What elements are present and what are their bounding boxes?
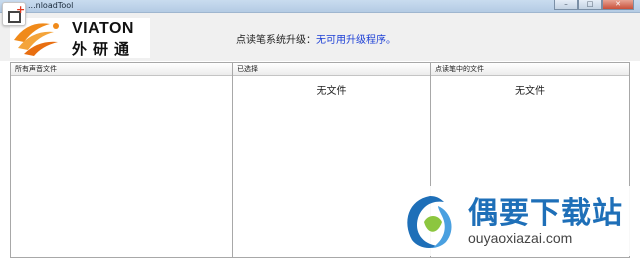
logo-brand-text: VIATON (72, 20, 134, 37)
ouyaoxiazai-logo-icon (407, 196, 452, 248)
minimize-button[interactable]: – (554, 0, 578, 10)
watermark-url: ouyaoxiazai.com (468, 230, 573, 246)
upgrade-status-label: 点读笔系统升级： (236, 35, 316, 46)
watermark-title: 偶要下载站 (468, 196, 623, 231)
viaton-logo: VIATON 外研通 (10, 18, 150, 58)
window-controls: – □ ✕ (554, 0, 634, 10)
close-button[interactable]: ✕ (602, 0, 634, 10)
panel-all-audio-files: 所有声音文件 (11, 63, 233, 257)
panel-empty-text: 无文件 (515, 86, 545, 97)
panel-header: 所有声音文件 (11, 63, 232, 76)
maximize-button[interactable]: □ (578, 0, 602, 10)
panel-empty-text: 无文件 (316, 86, 347, 97)
window-titlebar: ...nloadTool – □ ✕ (0, 0, 640, 13)
panel-header: 点读笔中的文件 (431, 63, 629, 76)
window-title: ...nloadTool (28, 1, 74, 10)
upgrade-status-value: 无可用升级程序。 (316, 35, 396, 46)
new-window-icon[interactable]: + (2, 2, 26, 26)
watermark: 偶要下载站 ouyaoxiazai.com (392, 186, 640, 256)
panel-header: 已选择 (233, 63, 430, 76)
logo-brand-cn: 外研通 (72, 40, 136, 58)
